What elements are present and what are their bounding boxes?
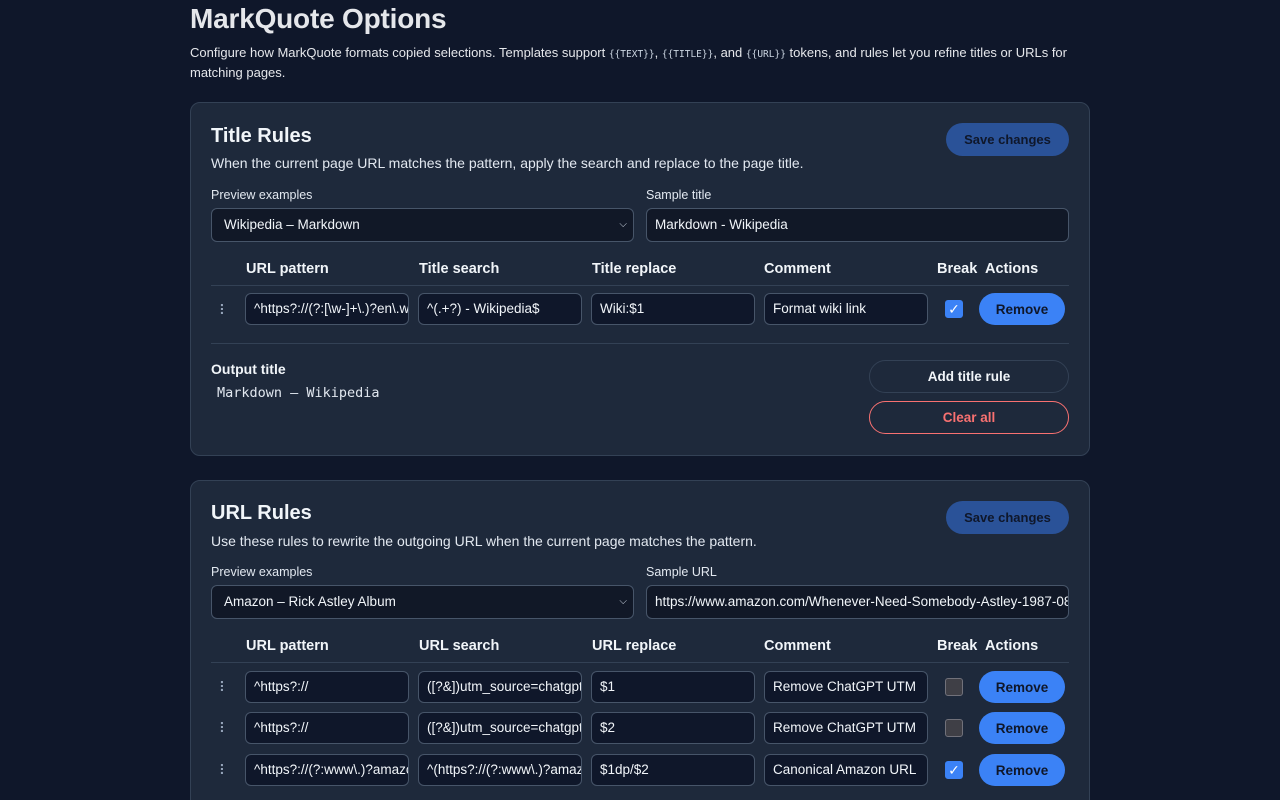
sample-url-input[interactable]: https://www.amazon.com/Whenever-Need-Som… [646, 585, 1069, 619]
url-replace-input[interactable]: $2 [591, 712, 755, 744]
title-rules-heading: Title Rules [211, 125, 312, 147]
row-divider [211, 343, 1069, 344]
url-rules-heading: URL Rules [211, 502, 312, 524]
remove-rule-button[interactable]: Remove [979, 671, 1065, 703]
comment-input[interactable]: Canonical Amazon URL [764, 754, 928, 786]
break-checkbox[interactable] [945, 719, 963, 737]
url-search-input[interactable]: ([?&])utm_source=chatgpt\.com [418, 671, 582, 703]
url-rules-card: URL Rules Use these rules to rewrite the… [190, 480, 1090, 800]
title-preview-select[interactable]: Wikipedia – Markdown ⌵ [211, 208, 634, 242]
col-url-search: URL search [419, 638, 500, 654]
drag-handle-icon[interactable]: ⠇ [218, 679, 230, 695]
clear-all-button[interactable]: Clear all [869, 401, 1069, 434]
remove-rule-button[interactable]: Remove [979, 754, 1065, 786]
output-title-value: Markdown — Wikipedia [217, 385, 380, 401]
title-replace-input[interactable]: Wiki:$1 [591, 293, 755, 325]
title-search-input[interactable]: ^(.+?) - Wikipedia$ [418, 293, 582, 325]
token-title: {{TITLE}} [661, 49, 714, 60]
page-title: MarkQuote Options [190, 3, 447, 34]
output-title-label: Output title [211, 361, 286, 377]
col-title-search: Title search [419, 261, 500, 277]
col-url-replace: URL replace [592, 638, 677, 654]
chevron-down-icon: ⌵ [619, 219, 627, 230]
options-page: MarkQuote Options Configure how MarkQuot… [190, 0, 1090, 82]
url-pattern-input[interactable]: ^https?:// [245, 712, 409, 744]
add-title-rule-button[interactable]: Add title rule [869, 360, 1069, 393]
drag-handle-icon[interactable]: ⠇ [218, 762, 230, 778]
url-rules-save-button[interactable]: Save changes [946, 501, 1069, 534]
comment-input[interactable]: Remove ChatGPT UTM [764, 671, 928, 703]
col-url-pattern: URL pattern [246, 261, 329, 277]
title-rules-card: Title Rules When the current page URL ma… [190, 102, 1090, 456]
col-actions: Actions [985, 261, 1039, 277]
remove-rule-button[interactable]: Remove [979, 712, 1065, 744]
title-rules-save-button[interactable]: Save changes [946, 123, 1069, 156]
comment-input[interactable]: Remove ChatGPT UTM [764, 712, 928, 744]
col-actions: Actions [985, 638, 1039, 654]
table-divider [211, 662, 1069, 663]
drag-handle-icon[interactable]: ⠇ [218, 302, 230, 318]
url-pattern-input[interactable]: ^https?:// [245, 671, 409, 703]
token-text: {{TEXT}} [608, 49, 655, 60]
url-replace-input[interactable]: $1dp/$2 [591, 754, 755, 786]
break-checkbox[interactable]: ✓ [945, 300, 963, 318]
table-divider [211, 285, 1069, 286]
break-checkbox[interactable] [945, 678, 963, 696]
url-pattern-input[interactable]: ^https?://(?:[\w-]+\.)?en\.wikipedia\.or… [245, 293, 409, 325]
url-preview-select[interactable]: Amazon – Rick Astley Album ⌵ [211, 585, 634, 619]
url-rules-description: Use these rules to rewrite the outgoing … [211, 533, 757, 549]
col-comment: Comment [764, 638, 831, 654]
url-replace-input[interactable]: $1 [591, 671, 755, 703]
comment-input[interactable]: Format wiki link [764, 293, 928, 325]
col-title-replace: Title replace [592, 261, 677, 277]
url-preview-label: Preview examples [211, 565, 313, 579]
col-url-pattern: URL pattern [246, 638, 329, 654]
sample-title-label: Sample title [646, 188, 712, 202]
url-search-input[interactable]: ([?&])utm_source=chatgpt\.com& [418, 712, 582, 744]
col-break: Break [937, 261, 978, 277]
token-url: {{URL}} [745, 49, 786, 60]
col-break: Break [937, 638, 978, 654]
title-rules-description: When the current page URL matches the pa… [211, 155, 804, 171]
url-search-input[interactable]: ^(https?://(?:www\.)?amazon\.com/).* [418, 754, 582, 786]
break-checkbox[interactable]: ✓ [945, 761, 963, 779]
title-preview-label: Preview examples [211, 188, 313, 202]
url-pattern-input[interactable]: ^https?://(?:www\.)?amazon\.com [245, 754, 409, 786]
sample-title-input[interactable]: Markdown - Wikipedia [646, 208, 1069, 242]
col-comment: Comment [764, 261, 831, 277]
page-intro: Configure how MarkQuote formats copied s… [190, 45, 1067, 80]
drag-handle-icon[interactable]: ⠇ [218, 720, 230, 736]
sample-url-label: Sample URL [646, 565, 717, 579]
remove-rule-button[interactable]: Remove [979, 293, 1065, 325]
chevron-down-icon: ⌵ [619, 596, 627, 607]
